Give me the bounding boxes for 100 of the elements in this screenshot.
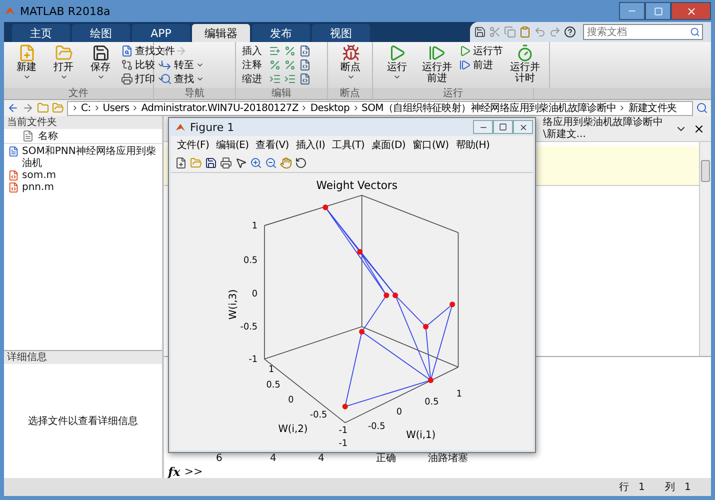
path-segment[interactable]: C: bbox=[81, 102, 91, 114]
tick-label: -1 bbox=[338, 438, 348, 449]
address-bar[interactable]: C: Users Administrator.WIN7U-20180127Z Desktop SOM（自组织特征映射）神经网络应用到柴油机故障诊断中 新建文件夹 bbox=[67, 100, 693, 116]
path-segment[interactable]: Desktop bbox=[310, 102, 350, 114]
maximize-button[interactable] bbox=[645, 2, 671, 20]
ribbon-button[interactable]: 运行节 bbox=[459, 44, 503, 58]
ribbon-tab[interactable]: APP bbox=[132, 24, 190, 42]
list-icon[interactable] bbox=[269, 45, 281, 57]
file-icon bbox=[22, 130, 34, 142]
details-message: 选择文件以查看详细信息 bbox=[28, 414, 138, 428]
indent-icon[interactable] bbox=[269, 73, 281, 85]
ribbon-button[interactable]: 保存 bbox=[84, 44, 117, 81]
zoom-out-icon[interactable] bbox=[265, 156, 277, 168]
ribbon-button[interactable]: 转至 bbox=[160, 58, 204, 72]
ribbon-tab[interactable]: 编辑器 bbox=[192, 24, 250, 42]
logo-icon bbox=[4, 5, 16, 17]
ribbon-button[interactable]: 新建 bbox=[10, 44, 43, 81]
scrollbar[interactable] bbox=[699, 142, 711, 356]
path-segment[interactable]: 新建文件夹 bbox=[628, 102, 677, 114]
file-name[interactable]: som.m bbox=[22, 170, 56, 182]
column-header[interactable]: 名称 bbox=[38, 129, 58, 143]
ribbon-tab[interactable]: 绘图 bbox=[72, 24, 130, 42]
ribbon-label: 插入 bbox=[242, 44, 263, 58]
pointer-icon[interactable] bbox=[235, 156, 247, 168]
compare-icon bbox=[121, 59, 133, 71]
menu-item[interactable]: 工具(T) bbox=[332, 138, 365, 152]
ribbon-button[interactable]: 运行 bbox=[379, 44, 415, 81]
menu-item[interactable]: 编辑(E) bbox=[216, 138, 249, 152]
output-value: 6 bbox=[216, 453, 222, 464]
tick-label: 0 bbox=[396, 408, 402, 418]
maximize-button[interactable] bbox=[493, 120, 513, 134]
caret-icon bbox=[60, 73, 68, 81]
close-icon[interactable] bbox=[693, 122, 705, 134]
tick-label: 0.5 bbox=[266, 380, 280, 390]
menu-item[interactable]: 查看(V) bbox=[256, 138, 289, 152]
maximize-icon bbox=[654, 6, 662, 16]
chevron-icon bbox=[71, 104, 79, 112]
close-button[interactable] bbox=[513, 120, 533, 134]
panel-title: 详细信息 bbox=[4, 351, 162, 364]
status-text: 列 1 bbox=[665, 481, 692, 494]
search-icon[interactable] bbox=[690, 27, 700, 37]
ribbon-label: 缩进 bbox=[242, 72, 263, 86]
tick-label: 0.5 bbox=[244, 256, 258, 266]
ribbon-tab[interactable]: 发布 bbox=[252, 24, 310, 42]
forward-icon[interactable] bbox=[22, 102, 34, 114]
path-segment[interactable]: Users bbox=[102, 102, 130, 114]
figure-title: Figure 1 bbox=[190, 120, 234, 134]
ribbon-button[interactable]: 前进 bbox=[459, 58, 503, 72]
tick-label: -1 bbox=[248, 354, 258, 366]
ribbon-button[interactable]: 运行并计时 bbox=[507, 44, 543, 84]
search-field[interactable]: 搜索文档 bbox=[583, 24, 703, 40]
editor-path: 络应用到柴油机故障诊断中\新建文... bbox=[543, 116, 664, 140]
group-label: 导航 bbox=[154, 88, 236, 99]
command-prompt[interactable]: >> bbox=[184, 466, 203, 478]
caret-icon bbox=[346, 73, 354, 81]
help-icon[interactable] bbox=[564, 26, 576, 38]
menu-item[interactable]: 桌面(D) bbox=[372, 138, 406, 152]
ribbon-tab[interactable]: 主页 bbox=[12, 24, 70, 42]
save-icon[interactable] bbox=[205, 156, 217, 168]
path-segment[interactable]: Administrator.WIN7U-20180127Z bbox=[141, 102, 298, 114]
plot-title: Weight Vectors bbox=[316, 179, 398, 192]
menu-item[interactable]: 插入(I) bbox=[296, 138, 326, 152]
ribbon-tab[interactable]: 视图 bbox=[312, 24, 370, 42]
minimize-button[interactable] bbox=[473, 120, 493, 134]
ribbon-button[interactable]: 断点 bbox=[334, 44, 367, 81]
path-segment[interactable]: SOM（自组织特征映射）神经网络应用到柴油机故障诊断中 bbox=[362, 102, 616, 114]
menu-item[interactable]: 文件(F) bbox=[177, 138, 210, 152]
tick-label: 0 bbox=[288, 395, 294, 406]
save-icon[interactable] bbox=[474, 26, 486, 38]
stopwatch-icon bbox=[516, 44, 534, 62]
code-file-icon[interactable] bbox=[299, 45, 311, 57]
axis-label: W(i,3) bbox=[228, 289, 239, 320]
status-text: 行 1 bbox=[619, 481, 646, 494]
logo-icon bbox=[175, 122, 186, 132]
fx-icon[interactable]: fx bbox=[168, 466, 180, 478]
search-icon[interactable] bbox=[696, 102, 708, 114]
new-file-icon[interactable] bbox=[175, 156, 187, 168]
tick-label: -1 bbox=[338, 426, 348, 436]
printer-icon[interactable] bbox=[220, 156, 232, 168]
menu-item[interactable]: 帮助(H) bbox=[456, 138, 490, 152]
play-icon bbox=[388, 44, 406, 62]
close-button[interactable] bbox=[671, 2, 711, 20]
code-file-icon[interactable] bbox=[299, 73, 311, 85]
output-value: 正确 bbox=[376, 453, 396, 464]
rotate-icon[interactable] bbox=[295, 156, 307, 168]
caret-icon bbox=[393, 73, 401, 81]
ribbon-button[interactable]: 运行并前进 bbox=[419, 44, 455, 84]
output-value: 4 bbox=[270, 453, 276, 464]
zoom-in-icon[interactable] bbox=[250, 156, 262, 168]
printer-icon bbox=[121, 73, 133, 85]
file-name[interactable]: pnn.m bbox=[22, 182, 54, 194]
code-file-icon[interactable] bbox=[299, 59, 311, 71]
save-icon bbox=[92, 44, 110, 62]
clipboard-icon[interactable] bbox=[519, 26, 531, 38]
ribbon-button[interactable]: 查找 bbox=[160, 72, 204, 86]
menu-item[interactable]: 窗口(W) bbox=[412, 138, 449, 152]
ribbon-label: 注释 bbox=[242, 58, 263, 72]
group-label: 文件 bbox=[4, 88, 154, 99]
bug-icon bbox=[342, 44, 360, 62]
ribbon-button[interactable]: 打开 bbox=[47, 44, 80, 81]
